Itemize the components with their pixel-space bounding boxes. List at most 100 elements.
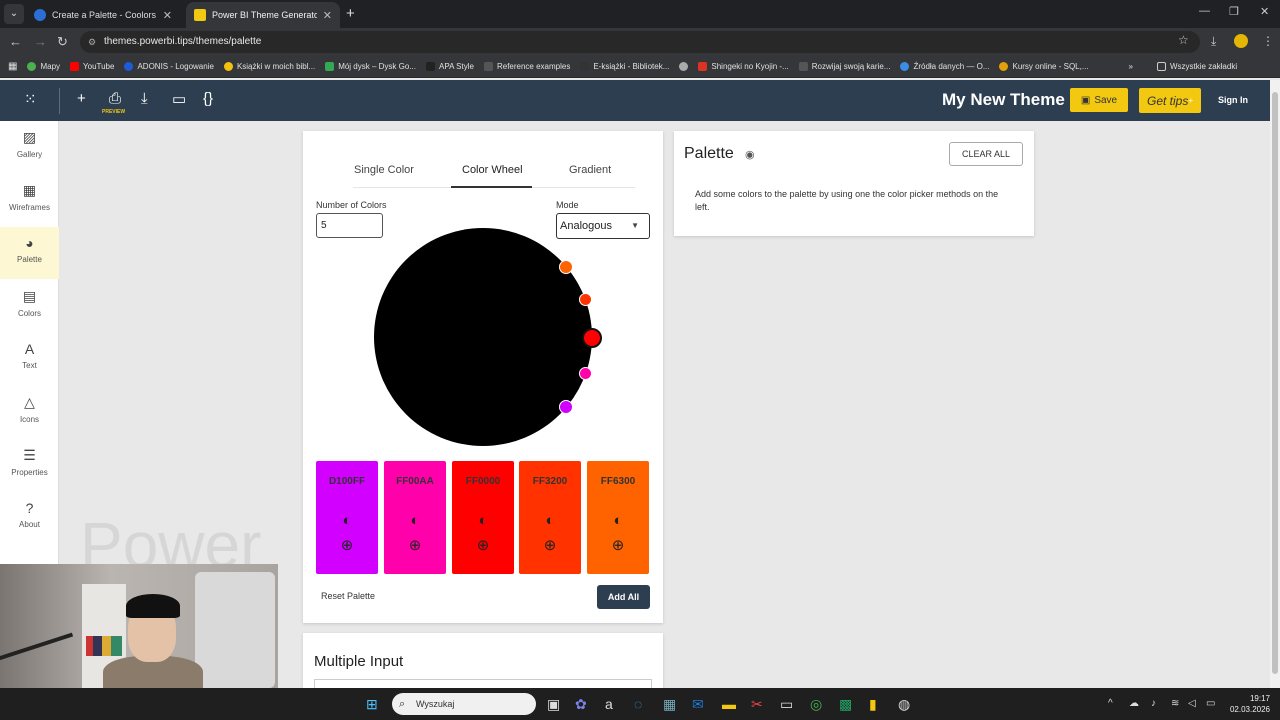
edge-icon[interactable]: ◌: [634, 696, 642, 712]
tab-single-color[interactable]: Single Color: [354, 164, 414, 176]
sidebar-item-text[interactable]: A Text: [0, 333, 59, 385]
add-circle-icon[interactable]: ⊕: [452, 538, 514, 553]
wheel-handle[interactable]: [579, 293, 592, 306]
add-circle-icon[interactable]: ⊕: [587, 538, 649, 553]
sidebar-item-properties[interactable]: ☰ Properties: [0, 439, 59, 491]
bookmark-item[interactable]: Shingeki no Kyojin -...: [698, 62, 789, 71]
bookmark-item[interactable]: Mój dysk – Dysk Go...: [325, 62, 416, 71]
sidebar-item-wireframes[interactable]: ▦ Wireframes: [0, 174, 59, 226]
sidebar-item-icons[interactable]: △ Icons: [0, 386, 59, 438]
color-wheel[interactable]: [374, 228, 592, 446]
sidebar-item-palette[interactable]: ◕ Palette: [0, 227, 59, 279]
download-icon[interactable]: ⤓: [141, 90, 148, 107]
bookmark-item[interactable]: ADONIS - Logowanie: [124, 62, 214, 71]
browser-tab-coolors[interactable]: Create a Palette - Coolors ✕: [26, 2, 180, 28]
teams-icon[interactable]: ✿: [575, 696, 587, 713]
swatch-hex[interactable]: FF6300: [587, 476, 649, 487]
wheel-handle[interactable]: [559, 260, 573, 274]
close-tab-icon[interactable]: ✕: [323, 9, 332, 22]
back-icon[interactable]: ←: [9, 34, 22, 49]
bookmark-item[interactable]: Reference examples: [483, 62, 570, 71]
add-circle-icon[interactable]: ⊕: [384, 538, 446, 553]
new-tab-icon[interactable]: +: [346, 5, 355, 22]
bookmark-item[interactable]: YouTube: [70, 62, 114, 71]
restore-icon[interactable]: ❐: [1229, 5, 1239, 18]
chrome-menu-icon[interactable]: ⋮: [1262, 34, 1274, 48]
tab-search-dropdown[interactable]: ⌄: [4, 4, 24, 24]
num-colors-input[interactable]: 5: [316, 213, 383, 238]
swatch-hex[interactable]: FF00AA: [384, 476, 446, 487]
bookmark-item[interactable]: Kursy online - SQL,...: [999, 62, 1089, 71]
app-icon[interactable]: ▭: [780, 696, 793, 713]
preview-icon[interactable]: ⎙: [109, 90, 121, 107]
add-circle-icon[interactable]: ⊕: [519, 538, 581, 553]
recording-app-icon[interactable]: ◍: [898, 696, 910, 713]
bookmark-item[interactable]: [679, 62, 689, 71]
bookmark-item[interactable]: Rozwijaj swoją karie...: [798, 62, 890, 71]
scrollbar-thumb[interactable]: [1272, 92, 1278, 674]
volume-icon[interactable]: ◁: [1188, 698, 1196, 709]
bookmark-item[interactable]: Książki w moich bibl...: [223, 62, 315, 71]
contrast-icon[interactable]: ◐: [452, 513, 514, 528]
tray-chevron-icon[interactable]: ^: [1108, 698, 1113, 709]
swatch-hex[interactable]: FF3200: [519, 476, 581, 487]
downloads-icon[interactable]: ⤓: [1211, 34, 1216, 49]
get-tips-button[interactable]: Get tips +: [1139, 88, 1201, 113]
close-window-icon[interactable]: ✕: [1260, 5, 1269, 18]
site-info-icon[interactable]: ⚙: [88, 31, 96, 53]
powerbi-icon[interactable]: ▮: [869, 696, 877, 713]
wheel-handle[interactable]: [579, 367, 592, 380]
theme-title[interactable]: My New Theme: [942, 90, 1065, 110]
reset-palette-button[interactable]: Reset Palette: [321, 591, 375, 601]
contrast-icon[interactable]: ◐: [384, 513, 446, 528]
forward-icon[interactable]: →: [34, 34, 47, 49]
tab-color-wheel[interactable]: Color Wheel: [462, 164, 523, 176]
url-field[interactable]: ⚙ themes.powerbi.tips/themes/palette: [80, 31, 1200, 53]
swatch-hex[interactable]: D100FF: [316, 476, 378, 487]
sidebar-item-gallery[interactable]: ▨ Gallery: [0, 121, 59, 173]
windows-start-icon[interactable]: ⊞: [366, 696, 378, 713]
app-grid-icon[interactable]: ⁙: [24, 90, 37, 108]
json-code-icon[interactable]: {}: [203, 90, 213, 107]
contrast-icon[interactable]: ◐: [316, 513, 378, 528]
sidebar-item-colors[interactable]: ▤ Colors: [0, 280, 59, 332]
amazon-icon[interactable]: a: [605, 696, 613, 712]
cloud-icon[interactable]: ☁: [1129, 698, 1139, 709]
save-button[interactable]: ▣ Save: [1070, 88, 1128, 112]
bookmarks-folder[interactable]: Wszystkie zakładki: [1156, 62, 1237, 71]
chrome-icon[interactable]: ◎: [810, 696, 822, 713]
browser-tab-powerbi[interactable]: Power BI Theme Generator ✕: [186, 2, 340, 28]
wheel-base-handle[interactable]: [582, 328, 602, 348]
profile-avatar[interactable]: [1234, 34, 1248, 48]
task-view-icon[interactable]: ▣: [547, 696, 560, 713]
wifi-icon[interactable]: ≋: [1171, 698, 1179, 709]
battery-icon[interactable]: ▭: [1206, 698, 1215, 709]
page-scrollbar[interactable]: [1270, 80, 1280, 688]
excel-icon[interactable]: ▩: [839, 696, 852, 713]
bookmark-item[interactable]: E-książki - Bibliotek...: [580, 62, 669, 71]
open-folder-icon[interactable]: ▭: [172, 90, 186, 108]
add-circle-icon[interactable]: ⊕: [316, 538, 378, 553]
calculator-icon[interactable]: ▦: [663, 696, 676, 713]
close-tab-icon[interactable]: ✕: [163, 9, 172, 22]
contrast-icon[interactable]: ◐: [587, 513, 649, 528]
clear-all-button[interactable]: CLEAR ALL: [949, 142, 1023, 166]
more-bookmarks-icon[interactable]: »: [1129, 62, 1133, 71]
swatch-hex[interactable]: FF0000: [452, 476, 514, 487]
add-all-button[interactable]: Add All: [597, 585, 650, 609]
minimize-icon[interactable]: —: [1199, 5, 1210, 17]
file-explorer-icon[interactable]: ▬: [722, 696, 736, 712]
microphone-icon[interactable]: ♪: [1151, 698, 1156, 709]
tab-gradient[interactable]: Gradient: [569, 164, 611, 176]
bookmark-item[interactable]: Mapy: [27, 62, 60, 71]
contrast-icon[interactable]: ◐: [519, 513, 581, 528]
outlook-icon[interactable]: ✉: [692, 696, 704, 713]
eye-icon[interactable]: ◉: [745, 148, 755, 161]
sign-in-link[interactable]: Sign In: [1218, 95, 1248, 105]
bookmark-item[interactable]: APA Style: [425, 62, 474, 71]
bookmark-star-icon[interactable]: ☆: [1178, 33, 1189, 47]
bookmark-item[interactable]: Źródła danych — O...: [900, 62, 989, 71]
wheel-handle[interactable]: [559, 400, 573, 414]
new-theme-icon[interactable]: +: [77, 90, 86, 107]
snipping-icon[interactable]: ✂: [751, 696, 763, 713]
